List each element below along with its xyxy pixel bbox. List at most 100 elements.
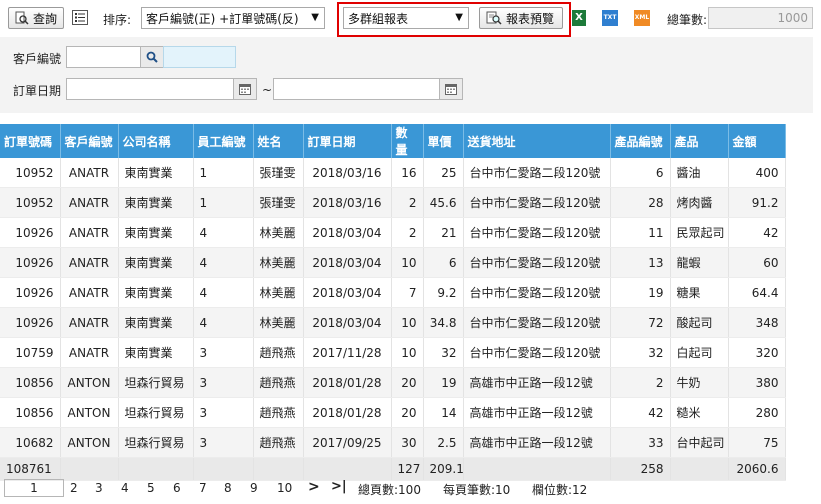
report-select[interactable]: 多群組報表 ▼ bbox=[343, 7, 469, 29]
table-cell: 2 bbox=[391, 187, 424, 218]
column-header[interactable]: 產品編號 bbox=[610, 124, 671, 158]
last-page-icon[interactable]: >| bbox=[331, 479, 347, 494]
table-cell: 320 bbox=[728, 337, 786, 368]
table-cell: 60 bbox=[728, 247, 786, 278]
pager: 1 2 3 4 5 6 7 8 9 10 > >| 總頁數:100 每頁筆數:10 欄位數:12 bbox=[0, 476, 821, 504]
table-cell: 2018/01/28 bbox=[303, 397, 392, 428]
date-start-picker-button[interactable] bbox=[233, 78, 257, 100]
table-row[interactable]: 10759 ANATR 東南實業 3 趙飛燕 2017/11/28 10 32 台中市仁愛路二段… bbox=[0, 337, 786, 368]
txt-export-icon[interactable]: TXT bbox=[602, 10, 618, 26]
table-cell: 東南實業 bbox=[118, 158, 194, 188]
column-header[interactable]: 公司名稱 bbox=[118, 124, 194, 158]
table-cell: 林美麗 bbox=[253, 277, 304, 308]
table-row[interactable]: 10952 ANATR 東南實業 1 張瑾雯 2018/03/16 16 25 台中市仁愛路二段… bbox=[0, 158, 786, 188]
column-header[interactable]: 數量 bbox=[391, 124, 424, 158]
table-row[interactable]: 10926 ANATR 東南實業 4 林美麗 2018/03/04 10 34.8 台中市仁愛路… bbox=[0, 307, 786, 338]
table-cell: 13 bbox=[610, 247, 671, 278]
table-cell: ANTON bbox=[60, 367, 119, 398]
order-date-end-input[interactable] bbox=[273, 78, 441, 100]
preview-label: 報表預覽 bbox=[506, 11, 555, 26]
page-link[interactable]: 7 bbox=[199, 481, 207, 495]
preview-icon bbox=[486, 11, 502, 25]
table-cell: 2 bbox=[391, 217, 424, 248]
per-page-label: 每頁筆數:10 bbox=[443, 483, 511, 497]
table-cell: 32 bbox=[423, 337, 464, 368]
sort-value: 客戶編號(正) +訂單號碼(反) bbox=[146, 11, 299, 26]
column-header[interactable]: 員工編號 bbox=[193, 124, 254, 158]
table-cell: 3 bbox=[193, 337, 254, 368]
table-cell: 坦森行貿易 bbox=[118, 367, 194, 398]
table-cell: 380 bbox=[728, 367, 786, 398]
toolbar: 查詢 排序: 客戶編號(正) +訂單號碼(反) ▼ 多群組報表 ▼ 報表預覽 X… bbox=[0, 0, 821, 37]
table-cell: 2017/09/25 bbox=[303, 427, 392, 458]
next-page-icon[interactable]: > bbox=[308, 479, 320, 495]
report-preview-button[interactable]: 報表預覽 bbox=[479, 7, 563, 29]
table-cell: 91.2 bbox=[728, 187, 786, 218]
table-cell: 42 bbox=[728, 217, 786, 248]
table-cell: 10 bbox=[391, 247, 424, 278]
page-link[interactable]: 9 bbox=[250, 481, 258, 495]
table-cell: 2017/11/28 bbox=[303, 337, 392, 368]
table-row[interactable]: 10926 ANATR 東南實業 4 林美麗 2018/03/04 10 6 台中市仁愛路二段1… bbox=[0, 247, 786, 278]
sort-label: 排序: bbox=[103, 13, 132, 27]
table-cell: 10759 bbox=[0, 337, 61, 368]
column-header[interactable]: 姓名 bbox=[253, 124, 304, 158]
page-number-input[interactable]: 1 bbox=[4, 479, 64, 497]
table-cell: 趙飛燕 bbox=[253, 427, 304, 458]
table-row[interactable]: 10856 ANTON 坦森行貿易 3 趙飛燕 2018/01/28 20 19 高雄市中正路一… bbox=[0, 367, 786, 398]
table-row[interactable]: 10926 ANATR 東南實業 4 林美麗 2018/03/04 2 21 台中市仁愛路二段1… bbox=[0, 217, 786, 248]
table-cell: ANTON bbox=[60, 427, 119, 458]
calendar-icon bbox=[239, 84, 251, 95]
column-header[interactable]: 訂單號碼 bbox=[0, 124, 61, 158]
table-cell: 10926 bbox=[0, 307, 61, 338]
order-date-start-input[interactable] bbox=[66, 78, 236, 100]
column-header[interactable]: 訂單日期 bbox=[303, 124, 392, 158]
excel-export-icon[interactable]: X bbox=[572, 10, 586, 26]
page-link[interactable]: 3 bbox=[95, 481, 103, 495]
list-view-icon[interactable] bbox=[72, 10, 88, 25]
table-cell: 21 bbox=[423, 217, 464, 248]
table-cell: 台中市仁愛路二段120號 bbox=[463, 277, 611, 308]
table-cell: 28 bbox=[610, 187, 671, 218]
column-header[interactable]: 金額 bbox=[728, 124, 786, 158]
search-icon bbox=[146, 51, 158, 63]
sort-select[interactable]: 客戶編號(正) +訂單號碼(反) ▼ bbox=[141, 7, 325, 29]
xml-export-icon[interactable]: XML bbox=[634, 10, 650, 26]
table-cell: 348 bbox=[728, 307, 786, 338]
page-link[interactable]: 10 bbox=[277, 481, 292, 495]
page-link[interactable]: 6 bbox=[173, 481, 181, 495]
customer-search-button[interactable] bbox=[140, 46, 164, 68]
page-link[interactable]: 2 bbox=[70, 481, 78, 495]
table-cell: 10926 bbox=[0, 277, 61, 308]
customer-id-input[interactable] bbox=[66, 46, 141, 68]
table-cell: 2018/03/04 bbox=[303, 247, 392, 278]
column-header[interactable]: 送貨地址 bbox=[463, 124, 611, 158]
column-header[interactable]: 產品 bbox=[670, 124, 729, 158]
table-cell: ANATR bbox=[60, 337, 119, 368]
table-row[interactable]: 10952 ANATR 東南實業 1 張瑾雯 2018/03/16 2 45.6 台中市仁愛路二… bbox=[0, 187, 786, 218]
table-cell: 9.2 bbox=[423, 277, 464, 308]
column-count-label: 欄位數:12 bbox=[532, 483, 588, 497]
table-row[interactable]: 10926 ANATR 東南實業 4 林美麗 2018/03/04 7 9.2 台中市仁愛路二段… bbox=[0, 277, 786, 308]
table-cell: 4 bbox=[193, 307, 254, 338]
column-header[interactable]: 單價 bbox=[423, 124, 464, 158]
table-row[interactable]: 10856 ANTON 坦森行貿易 3 趙飛燕 2018/01/28 20 14 高雄市中正路一… bbox=[0, 397, 786, 428]
table-cell: 2018/03/04 bbox=[303, 277, 392, 308]
table-cell: 4 bbox=[193, 277, 254, 308]
table-cell: 趙飛燕 bbox=[253, 397, 304, 428]
table-cell: 2.5 bbox=[423, 427, 464, 458]
page-link[interactable]: 8 bbox=[224, 481, 232, 495]
page-link[interactable]: 4 bbox=[121, 481, 129, 495]
table-row[interactable]: 10682 ANTON 坦森行貿易 3 趙飛燕 2017/09/25 30 2.5 高雄市中正路… bbox=[0, 427, 786, 458]
table-cell: 7 bbox=[391, 277, 424, 308]
table-cell: 4 bbox=[193, 217, 254, 248]
column-header[interactable]: 客戶編號 bbox=[60, 124, 119, 158]
table-cell: 72 bbox=[610, 307, 671, 338]
page-link[interactable]: 5 bbox=[147, 481, 155, 495]
query-button[interactable]: 查詢 bbox=[8, 7, 64, 29]
date-end-picker-button[interactable] bbox=[439, 78, 463, 100]
table-cell: 1 bbox=[193, 158, 254, 188]
table-cell: 林美麗 bbox=[253, 247, 304, 278]
table-cell: 東南實業 bbox=[118, 217, 194, 248]
table-cell: 糖果 bbox=[670, 277, 729, 308]
